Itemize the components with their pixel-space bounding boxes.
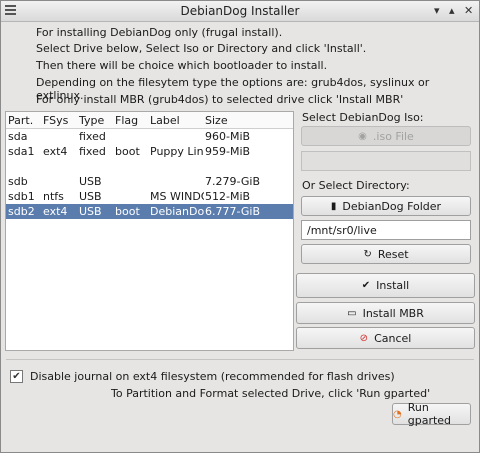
install-mbr-button[interactable]: ▭ Install MBR (296, 302, 475, 324)
dir-heading: Or Select Directory: (302, 179, 410, 192)
cell-part: sda1 (8, 145, 35, 158)
cell-size: 959-MiB (205, 145, 251, 158)
instruction-line: Select Drive below, Select Iso or Direct… (36, 42, 367, 55)
instruction-line: For only install MBR (grub4dos) to selec… (36, 93, 404, 106)
drive-row[interactable]: sda fixed 960-MiB (6, 129, 293, 144)
cancel-icon: ⊘ (359, 332, 369, 344)
install-button[interactable]: ✔ Install (296, 273, 475, 298)
drive-row[interactable]: sdb USB 7.279-GiB (6, 174, 293, 189)
disable-journal-label[interactable]: Disable journal on ext4 filesystem (reco… (30, 370, 395, 383)
run-gparted-button[interactable]: ◔ Run gparted (392, 401, 471, 427)
cell-label: Puppy Linux (150, 145, 204, 158)
window-title: DebianDog Installer (180, 4, 300, 18)
drive-row-selected[interactable]: sdb2 ext4 USB boot DebianDog 6.777-GiB (6, 204, 293, 219)
column-header[interactable]: Label (150, 114, 204, 127)
column-header[interactable]: Part. (8, 114, 41, 127)
iso-file-button[interactable]: ◉ .iso File (301, 126, 471, 146)
installer-window: DebianDog Installer ▾ ▴ ✕ For installing… (0, 0, 480, 453)
separator (6, 359, 474, 360)
cell-part: sdb (8, 175, 28, 188)
cd-icon: ◉ (358, 130, 367, 142)
cell-part: sdb1 (8, 190, 35, 203)
cancel-button-label: Cancel (374, 331, 412, 345)
drive-list[interactable]: Part. FSys Type Flag Label Size sda fixe… (5, 111, 294, 351)
cell-type: fixed (79, 130, 106, 143)
cell-type: USB (79, 175, 102, 188)
minimize-button[interactable]: ▾ (434, 4, 440, 17)
reset-button[interactable]: ↻ Reset (301, 244, 471, 264)
title-bar: DebianDog Installer ▾ ▴ ✕ (1, 1, 479, 22)
close-button[interactable]: ✕ (464, 4, 473, 17)
install-mbr-button-label: Install MBR (362, 306, 424, 320)
check-circle-icon: ✔ (361, 280, 371, 291)
cell-size: 6.777-GiB (205, 205, 260, 218)
cell-type: USB (79, 205, 102, 218)
cell-flag: boot (115, 205, 140, 218)
cancel-button[interactable]: ⊘ Cancel (296, 327, 475, 349)
drive-row[interactable]: sdb1 ntfs USB MS WINDOWS 512-MiB (6, 189, 293, 204)
cell-type: fixed (79, 145, 106, 158)
maximize-button[interactable]: ▴ (449, 4, 455, 17)
cell-size: 512-MiB (205, 190, 251, 203)
drive-list-header: Part. FSys Type Flag Label Size (6, 112, 293, 129)
instruction-line: Then there will be choice which bootload… (36, 59, 328, 72)
cell-label: MS WINDOWS (150, 190, 204, 203)
partition-note: To Partition and Format selected Drive, … (111, 387, 431, 400)
gparted-icon: ◔ (393, 408, 402, 420)
cell-part: sdb2 (8, 205, 35, 218)
install-button-label: Install (376, 279, 410, 292)
folder-button-label: DebianDog Folder (342, 199, 442, 213)
drive-icon: ▭ (347, 307, 357, 319)
cell-type: USB (79, 190, 102, 203)
instruction-line: For installing DebianDog only (frugal in… (36, 26, 283, 39)
cell-size: 7.279-GiB (205, 175, 260, 188)
drive-row[interactable] (6, 159, 293, 174)
column-header[interactable]: Flag (115, 114, 148, 127)
run-gparted-button-label: Run gparted (407, 401, 452, 427)
iso-file-button-label: .iso File (372, 129, 414, 143)
folder-icon: ▮ (330, 200, 337, 212)
reset-icon: ↻ (363, 248, 372, 260)
column-header[interactable]: FSys (43, 114, 76, 127)
debiandog-folder-button[interactable]: ▮ DebianDog Folder (301, 196, 471, 216)
cell-label: DebianDog (150, 205, 204, 218)
cell-fsys: ntfs (43, 190, 64, 203)
iso-heading: Select DebianDog Iso: (302, 111, 424, 124)
iso-path-field[interactable] (301, 151, 471, 171)
reset-button-label: Reset (377, 247, 409, 261)
cell-fsys: ext4 (43, 145, 68, 158)
cell-fsys: ext4 (43, 205, 68, 218)
cell-part: sda (8, 130, 28, 143)
column-header[interactable]: Type (79, 114, 112, 127)
cell-size: 960-MiB (205, 130, 251, 143)
directory-field[interactable]: /mnt/sr0/live (301, 220, 471, 240)
cell-flag: boot (115, 145, 140, 158)
column-header[interactable]: Size (205, 114, 290, 127)
disable-journal-checkbox[interactable]: ✔ (10, 370, 23, 383)
drive-row[interactable]: sda1 ext4 fixed boot Puppy Linux 959-MiB (6, 144, 293, 159)
